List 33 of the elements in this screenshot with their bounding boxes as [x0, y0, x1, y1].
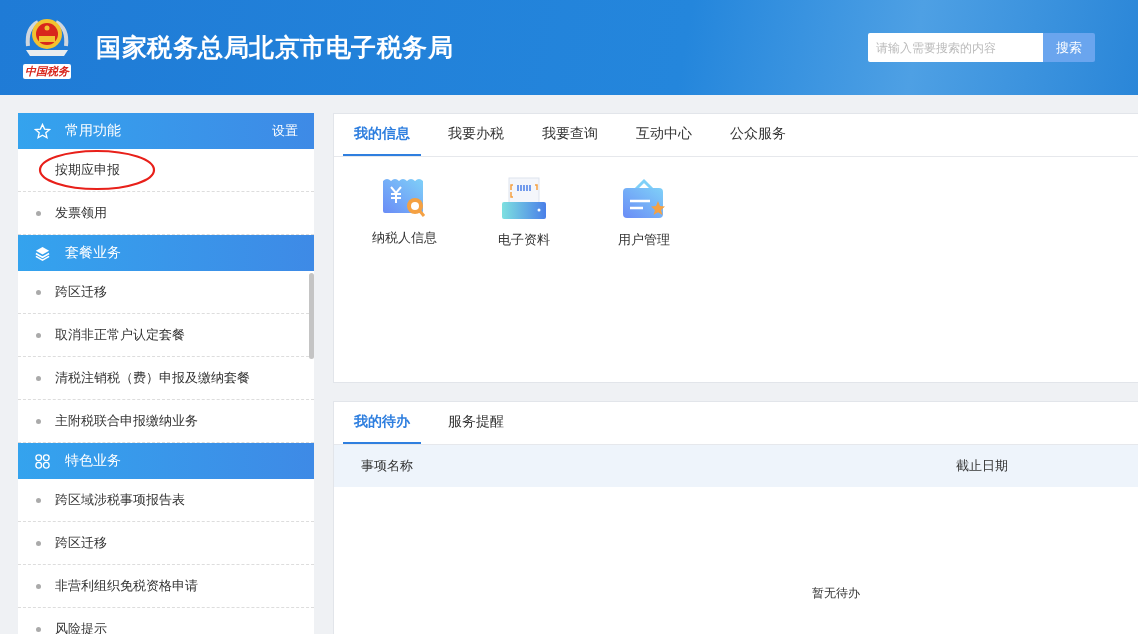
menu-item[interactable]: 发票领用: [55, 204, 107, 222]
star-icon: [34, 122, 51, 140]
section-title: 常用功能: [65, 122, 122, 140]
tab[interactable]: 我要查询: [531, 114, 609, 156]
tile-label[interactable]: 纳税人信息: [371, 229, 437, 247]
layers-icon: [34, 244, 51, 262]
tab[interactable]: 我要办税: [437, 114, 515, 156]
search-field[interactable]: 请输入需要搜索的内容: [868, 33, 1043, 62]
menu-item[interactable]: 非营利组织免税资格申请: [55, 577, 198, 595]
tab[interactable]: 我的信息: [343, 114, 421, 156]
site-title: 国家税务总局北京市电子税务局: [96, 32, 454, 64]
menu-item[interactable]: 主附税联合申报缴纳业务: [55, 412, 198, 430]
tile-label[interactable]: 电子资料: [498, 231, 550, 249]
tab[interactable]: 互动中心: [625, 114, 703, 156]
menu-item[interactable]: 清税注销税（费）申报及缴纳套餐: [55, 369, 250, 387]
tab[interactable]: 公众服务: [719, 114, 797, 156]
column-header: 事项名称: [361, 457, 413, 475]
tile-label[interactable]: 用户管理: [618, 231, 670, 249]
logo-caption: 中国税务: [23, 64, 71, 79]
tab[interactable]: 服务提醒: [437, 402, 515, 444]
grid-icon: [34, 452, 51, 470]
column-header: 截止日期: [956, 457, 1008, 475]
id-card-icon[interactable]: [621, 177, 667, 221]
menu-item[interactable]: 跨区迁移: [55, 283, 107, 301]
menu-item[interactable]: 取消非正常户认定套餐: [55, 326, 185, 344]
receipt-icon[interactable]: [381, 177, 427, 219]
section-title: 套餐业务: [65, 244, 122, 262]
scrollbar-thumb[interactable]: [309, 273, 314, 359]
empty-message: 暂无待办: [812, 585, 860, 602]
menu-item[interactable]: 跨区迁移: [55, 534, 107, 552]
section-title: 特色业务: [65, 452, 122, 470]
menu-item[interactable]: 跨区域涉税事项报告表: [55, 491, 185, 509]
printer-icon[interactable]: [501, 177, 547, 221]
